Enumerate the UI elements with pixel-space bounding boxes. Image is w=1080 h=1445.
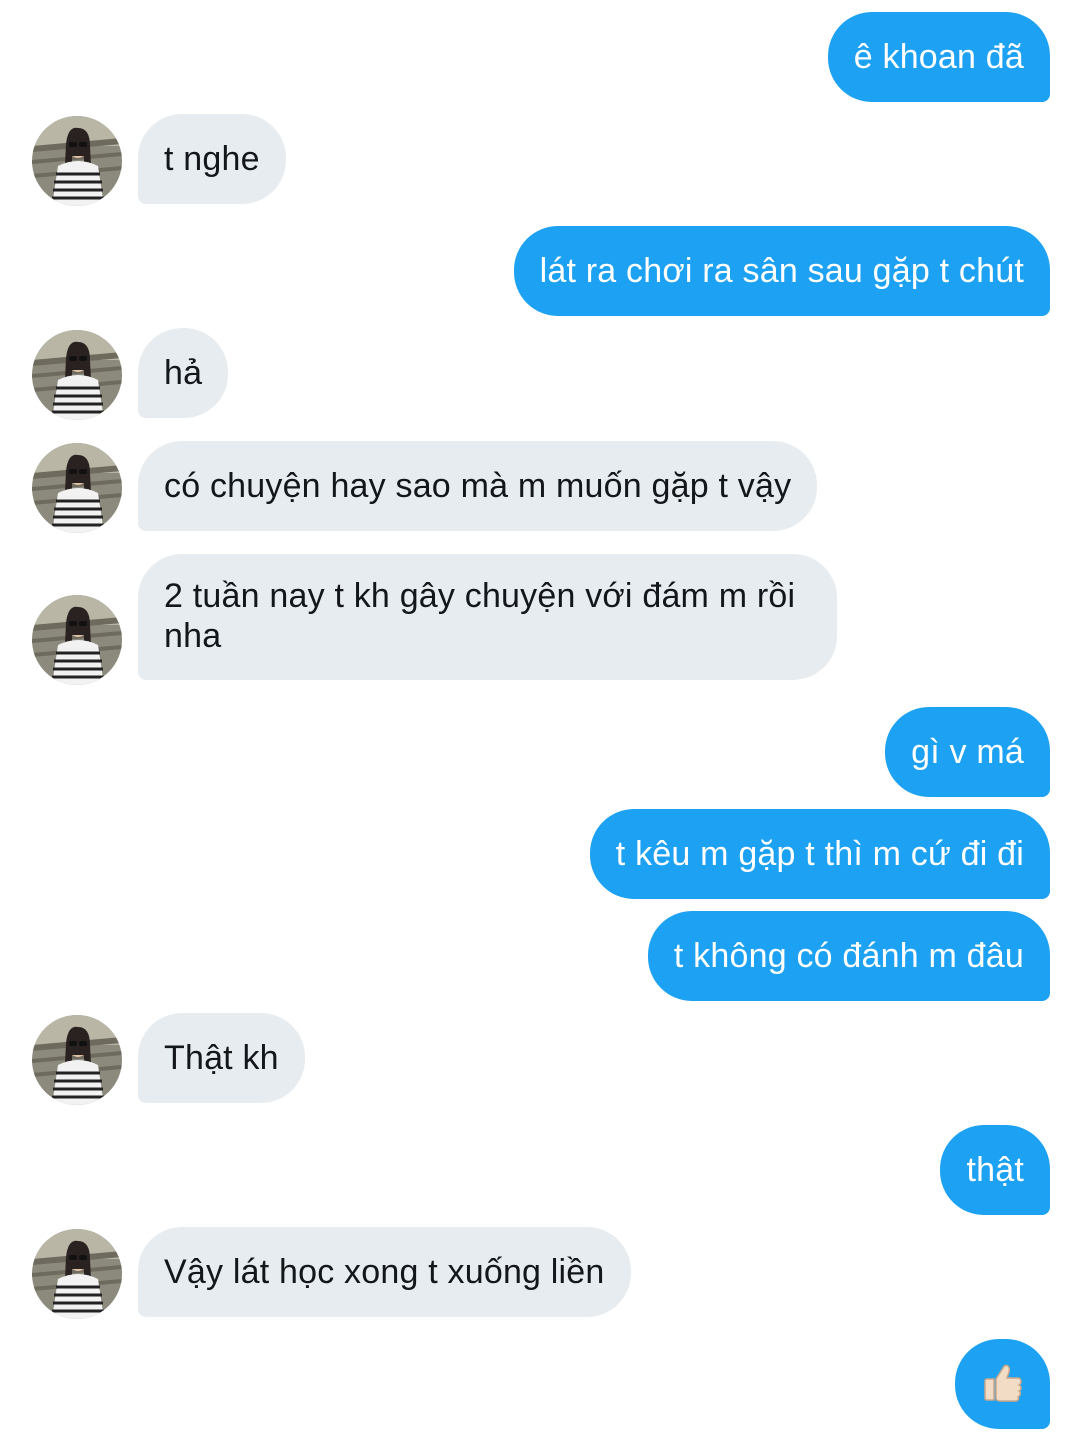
message-bubble-outgoing[interactable] bbox=[955, 1339, 1050, 1429]
message-bubble-incoming[interactable]: 2 tuần nay t kh gây chuyện với đám m rồi… bbox=[138, 554, 837, 680]
contact-avatar[interactable] bbox=[32, 595, 122, 685]
contact-avatar[interactable] bbox=[32, 330, 122, 420]
chat-thread: ê khoan đã t nghe lát ra chơi ra sân sau… bbox=[0, 0, 1080, 1445]
message-bubble-outgoing[interactable]: t không có đánh m đâu bbox=[647, 911, 1050, 1001]
message-bubble-incoming[interactable]: có chuyện hay sao mà m muốn gặp t vậy bbox=[138, 441, 818, 531]
message-bubble-incoming[interactable]: Vậy lát học xong t xuống liền bbox=[138, 1227, 631, 1317]
message-bubble-incoming[interactable]: Thật kh bbox=[138, 1013, 305, 1103]
message-bubble-outgoing[interactable]: ê khoan đã bbox=[827, 12, 1050, 102]
message-bubble-incoming[interactable]: hả bbox=[138, 328, 229, 418]
contact-avatar[interactable] bbox=[32, 116, 122, 206]
contact-avatar[interactable] bbox=[32, 1015, 122, 1105]
thumbs-up-icon bbox=[981, 1360, 1025, 1409]
message-bubble-outgoing[interactable]: gì v má bbox=[885, 707, 1050, 797]
message-bubble-incoming[interactable]: t nghe bbox=[138, 114, 286, 204]
message-bubble-outgoing[interactable]: thật bbox=[940, 1125, 1050, 1215]
message-bubble-outgoing[interactable]: t kêu m gặp t thì m cứ đi đi bbox=[589, 809, 1050, 899]
message-bubble-outgoing[interactable]: lát ra chơi ra sân sau gặp t chút bbox=[513, 226, 1050, 316]
contact-avatar[interactable] bbox=[32, 1229, 122, 1319]
contact-avatar[interactable] bbox=[32, 443, 122, 533]
